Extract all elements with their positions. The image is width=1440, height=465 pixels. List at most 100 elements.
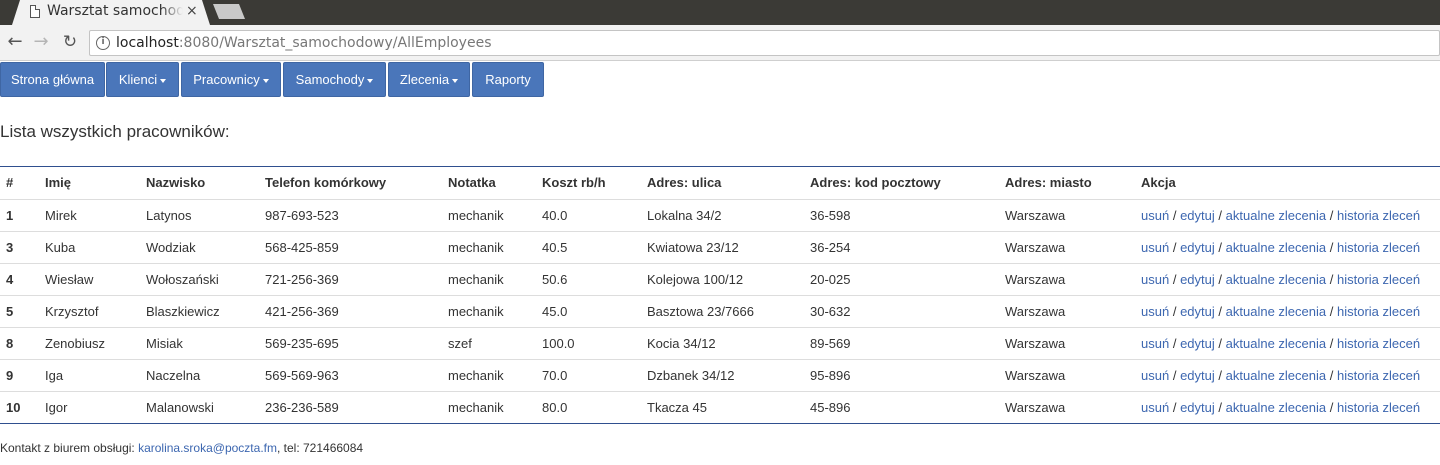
cell-last-name: Blaszkiewicz	[146, 304, 220, 319]
table-row: 3 Kuba Wodziak 568-425-859 mechanik 40.5 Kwiat…	[0, 231, 1440, 263]
nav-orders-dropdown[interactable]: Zlecenia	[388, 62, 470, 97]
cell-first-name: Iga	[45, 368, 64, 383]
caret-down-icon	[452, 78, 459, 83]
delete-link[interactable]: usuń	[1141, 304, 1169, 319]
cell-note: mechanik	[448, 208, 504, 223]
current-orders-link[interactable]: aktualne zlecenia	[1226, 304, 1326, 319]
cell-zip: 36-598	[810, 208, 851, 223]
current-orders-link[interactable]: aktualne zlecenia	[1226, 336, 1326, 351]
nav-home[interactable]: Strona główna	[0, 62, 105, 97]
cell-rate: 80.0	[542, 400, 568, 415]
cell-zip: 89-569	[810, 336, 851, 351]
order-history-link[interactable]: historia zleceń	[1337, 304, 1420, 319]
edit-link[interactable]: edytuj	[1180, 368, 1215, 383]
cell-city: Warszawa	[1005, 368, 1066, 383]
cell-city: Warszawa	[1005, 400, 1066, 415]
cell-zip: 30-632	[810, 304, 851, 319]
footer-email-link[interactable]: karolina.sroka@poczta.fm	[138, 441, 277, 455]
cell-actions: usuń / edytuj / aktualne zlecenia / hist…	[1141, 264, 1420, 295]
cell-note: mechanik	[448, 368, 504, 383]
delete-link[interactable]: usuń	[1141, 272, 1169, 287]
cell-street: Kolejowa 100/12	[647, 272, 744, 287]
action-separator: /	[1172, 240, 1177, 255]
cell-city: Warszawa	[1005, 272, 1066, 287]
employees-table: # Imię Nazwisko Telefon komórkowy Notatk…	[0, 166, 1440, 424]
current-orders-link[interactable]: aktualne zlecenia	[1226, 400, 1326, 415]
column-header-rate: Koszt rb/h	[542, 175, 606, 190]
action-separator: /	[1218, 208, 1223, 223]
browser-toolbar: ← → ↻ i localhost:8080/Warsztat_samochod…	[0, 25, 1440, 61]
cell-rate: 45.0	[542, 304, 568, 319]
cell-city: Warszawa	[1005, 240, 1066, 255]
action-separator: /	[1172, 304, 1177, 319]
cell-phone: 569-569-963	[265, 368, 339, 383]
url-text[interactable]: localhost:8080/Warsztat_samochodowy/AllE…	[116, 35, 492, 51]
cell-last-name: Wodziak	[146, 240, 196, 255]
action-separator: /	[1329, 400, 1334, 415]
action-separator: /	[1329, 272, 1334, 287]
edit-link[interactable]: edytuj	[1180, 304, 1215, 319]
cell-actions: usuń / edytuj / aktualne zlecenia / hist…	[1141, 328, 1420, 359]
order-history-link[interactable]: historia zleceń	[1337, 208, 1420, 223]
cell-actions: usuń / edytuj / aktualne zlecenia / hist…	[1141, 232, 1420, 263]
cell-first-name: Krzysztof	[45, 304, 99, 319]
browser-tab-strip: Warsztat samochodowy ×	[0, 0, 1440, 25]
order-history-link[interactable]: historia zleceń	[1337, 336, 1420, 351]
current-orders-link[interactable]: aktualne zlecenia	[1226, 208, 1326, 223]
cell-street: Lokalna 34/2	[647, 208, 722, 223]
delete-link[interactable]: usuń	[1141, 208, 1169, 223]
action-separator: /	[1329, 208, 1334, 223]
footer-suffix: , tel: 721466084	[276, 441, 364, 455]
edit-link[interactable]: edytuj	[1180, 208, 1215, 223]
nav-employees-dropdown[interactable]: Pracownicy	[181, 62, 281, 97]
delete-link[interactable]: usuń	[1141, 368, 1169, 383]
cell-zip: 95-896	[810, 368, 851, 383]
back-arrow-icon[interactable]: ←	[4, 31, 26, 53]
cell-actions: usuń / edytuj / aktualne zlecenia / hist…	[1141, 360, 1420, 391]
forward-arrow-icon[interactable]: →	[30, 31, 52, 53]
edit-link[interactable]: edytuj	[1180, 272, 1215, 287]
tab-title: Warsztat samochodowy	[47, 3, 183, 19]
cell-first-name: Mirek	[45, 208, 77, 223]
nav-reports-label: Raporty	[485, 72, 531, 87]
delete-link[interactable]: usuń	[1141, 336, 1169, 351]
cell-last-name: Malanowski	[146, 400, 214, 415]
cell-zip: 36-254	[810, 240, 851, 255]
current-orders-link[interactable]: aktualne zlecenia	[1226, 368, 1326, 383]
edit-link[interactable]: edytuj	[1180, 400, 1215, 415]
page-title: Lista wszystkich pracowników:	[0, 122, 230, 141]
current-orders-link[interactable]: aktualne zlecenia	[1226, 240, 1326, 255]
cell-id: 4	[6, 272, 14, 287]
nav-reports[interactable]: Raporty	[472, 62, 544, 97]
order-history-link[interactable]: historia zleceń	[1337, 368, 1420, 383]
delete-link[interactable]: usuń	[1141, 240, 1169, 255]
nav-orders-label: Zlecenia	[399, 72, 450, 87]
new-tab-button[interactable]	[213, 4, 245, 19]
nav-cars-dropdown[interactable]: Samochody	[283, 62, 386, 97]
address-bar[interactable]: i localhost:8080/Warsztat_samochodowy/Al…	[89, 30, 1440, 56]
nav-clients-label: Klienci	[118, 72, 158, 87]
cell-actions: usuń / edytuj / aktualne zlecenia / hist…	[1141, 200, 1420, 231]
caret-down-icon	[367, 78, 374, 83]
current-orders-link[interactable]: aktualne zlecenia	[1226, 272, 1326, 287]
order-history-link[interactable]: historia zleceń	[1337, 272, 1420, 287]
action-separator: /	[1218, 240, 1223, 255]
delete-link[interactable]: usuń	[1141, 400, 1169, 415]
cell-note: mechanik	[448, 304, 504, 319]
url-path: :8080/Warsztat_samochodowy/AllEmployees	[178, 35, 492, 51]
edit-link[interactable]: edytuj	[1180, 336, 1215, 351]
order-history-link[interactable]: historia zleceń	[1337, 400, 1420, 415]
cell-phone: 721-256-369	[265, 272, 339, 287]
reload-icon[interactable]: ↻	[59, 31, 81, 53]
cell-phone: 569-235-695	[265, 336, 339, 351]
close-icon[interactable]: ×	[186, 3, 198, 19]
nav-clients-dropdown[interactable]: Klienci	[106, 62, 179, 97]
action-separator: /	[1329, 304, 1334, 319]
order-history-link[interactable]: historia zleceń	[1337, 240, 1420, 255]
info-icon[interactable]: i	[96, 36, 110, 50]
browser-tab[interactable]: Warsztat samochodowy ×	[12, 0, 210, 25]
column-header-number: #	[6, 175, 14, 190]
cell-city: Warszawa	[1005, 336, 1066, 351]
edit-link[interactable]: edytuj	[1180, 240, 1215, 255]
table-row: 4 Wiesław Wołoszański 721-256-369 mechanik 50…	[0, 263, 1440, 295]
